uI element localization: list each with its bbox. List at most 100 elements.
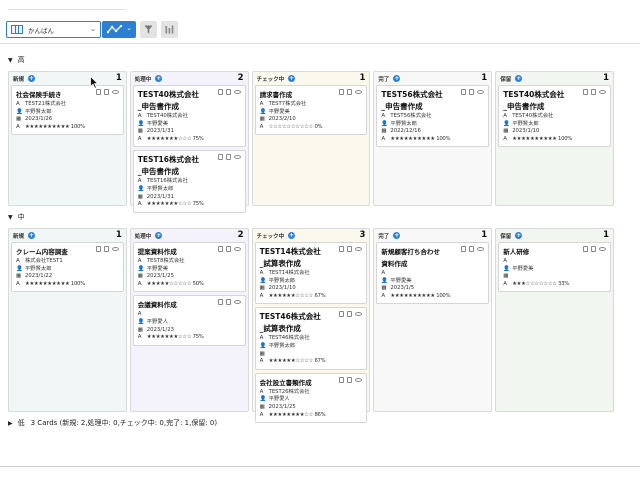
document-icon[interactable]: [95, 246, 101, 252]
column-title: 完了: [378, 233, 390, 240]
column-title: 処理中: [134, 76, 152, 83]
person-icon: 👤: [381, 120, 389, 127]
view-select[interactable]: かんばん ⌄: [6, 21, 101, 38]
add-card-icon[interactable]: +: [28, 232, 36, 239]
column-count: 3: [359, 230, 366, 240]
document-icon[interactable]: [339, 246, 345, 252]
edit-icon[interactable]: [225, 246, 231, 252]
add-card-icon[interactable]: +: [515, 75, 523, 82]
group-header-low[interactable]: ▶ 低 3 Cards (新規: 2,処理中: 0,チェック中: 0,完了: 1…: [8, 418, 217, 428]
edit-icon[interactable]: [469, 246, 475, 252]
document-icon[interactable]: [217, 89, 223, 95]
card-progress: ★★★★★★☆☆☆☆ 67%: [268, 358, 326, 365]
edit-icon[interactable]: [347, 376, 353, 383]
group-header-medium[interactable]: ▼ 中: [8, 212, 25, 222]
company-icon: A: [503, 113, 507, 119]
eye-icon[interactable]: [111, 90, 119, 94]
card[interactable]: TEST16株式会社_申告書作成 A TEST16株式会社 👤 平野賢太郎 ▦ 202…: [132, 150, 246, 213]
edit-icon[interactable]: [590, 246, 596, 252]
eye-icon[interactable]: [111, 247, 119, 251]
document-icon[interactable]: [217, 154, 223, 161]
document-icon[interactable]: [461, 89, 467, 95]
document-icon[interactable]: [582, 89, 588, 95]
eye-icon[interactable]: [355, 247, 363, 251]
caret-down-icon: ▼: [8, 213, 13, 221]
edit-icon[interactable]: [225, 154, 231, 161]
eye-icon[interactable]: [477, 247, 485, 251]
chart-view-button[interactable]: ⌄: [102, 21, 136, 38]
bar-chart-button[interactable]: [161, 21, 178, 38]
eye-icon[interactable]: [355, 377, 363, 382]
edit-icon[interactable]: [103, 89, 109, 95]
person-icon: 👤: [503, 120, 511, 127]
card-actions: [339, 311, 363, 318]
column-header: 保留 + 1: [498, 229, 611, 242]
card[interactable]: TEST56株式会社_申告書作成 A TEST56株式会社 👤 平野賢太郎 ▦ 202…: [376, 85, 490, 148]
document-icon[interactable]: [217, 246, 223, 252]
column-checking: チェック中 + 3 TEST14株式会社_試算表作成 A TEST14株式会社 👤…: [251, 228, 371, 424]
card-actions: [461, 246, 485, 252]
card[interactable]: 請求書作成 A TEST7株式会社 👤 平野愛美 ▦ 2023/2/10 A ☆☆☆☆☆…: [254, 85, 368, 136]
eye-icon[interactable]: [233, 90, 241, 94]
column-header: 保留 + 1: [498, 72, 611, 85]
person-icon: 👤: [503, 265, 511, 272]
card-person: 平野愛美: [512, 265, 534, 272]
edit-icon[interactable]: [469, 89, 475, 95]
card-actions: [217, 299, 241, 306]
filter-button[interactable]: [140, 21, 157, 38]
card-progress: ☆☆☆☆☆☆☆☆☆☆ 0%: [268, 123, 323, 130]
document-icon[interactable]: [217, 299, 223, 306]
add-card-icon[interactable]: +: [155, 232, 163, 239]
add-card-icon[interactable]: +: [288, 75, 296, 82]
card[interactable]: TEST40株式会社_申告書作成 A TEST40株式会社 👤 平野愛美 ▦ 2023…: [132, 85, 246, 148]
calendar-icon: ▦: [381, 128, 387, 135]
add-card-icon[interactable]: +: [155, 75, 163, 82]
edit-icon[interactable]: [103, 246, 109, 252]
card[interactable]: 提案資料作成 A TEST8株式会社 👤 平野愛美 ▦ 2023/1/25 A ★★★★…: [132, 242, 246, 293]
card-date: 2023/1/5: [390, 285, 415, 292]
eye-icon[interactable]: [233, 247, 241, 251]
column-hold: 保留 + 1 TEST40株式会社_申告書作成 A TEST40株式会社 👤 平野賢…: [495, 71, 614, 206]
card-actions: [95, 89, 119, 95]
edit-icon[interactable]: [590, 89, 596, 95]
document-icon[interactable]: [339, 89, 345, 95]
column-count: 1: [115, 73, 122, 83]
card[interactable]: TEST14株式会社_試算表作成 A TEST14株式会社 👤 平野賢太郎 ▦ 202…: [254, 242, 368, 305]
card[interactable]: クレーム内容調査 A 株式会社TEST1 👤 平野賢太郎 ▦ 2023/1/22 A ★…: [11, 242, 124, 293]
edit-icon[interactable]: [225, 299, 231, 306]
edit-icon[interactable]: [347, 246, 353, 252]
eye-icon[interactable]: [598, 90, 606, 94]
document-icon[interactable]: [582, 246, 588, 252]
edit-icon[interactable]: [347, 311, 353, 318]
group-header-high[interactable]: ▼ 高: [8, 55, 25, 65]
eye-icon[interactable]: [233, 155, 241, 160]
edit-icon[interactable]: [225, 89, 231, 95]
card-person: 平野愛美: [390, 277, 412, 284]
card[interactable]: 新規顧客打ち合わせ資料作成 A 👤 平野愛美 ▦ 2023/1/5 A ★★★★★★★…: [376, 242, 490, 305]
add-card-icon[interactable]: +: [28, 75, 36, 82]
card[interactable]: 新人研修 A 👤 平野愛美 ▦ A ★★★☆☆☆☆☆☆☆ 33%: [498, 242, 611, 293]
eye-icon[interactable]: [233, 300, 241, 305]
eye-icon[interactable]: [477, 90, 485, 94]
document-icon[interactable]: [461, 246, 467, 252]
eye-icon[interactable]: [598, 247, 606, 251]
add-card-icon[interactable]: +: [393, 75, 401, 82]
add-card-icon[interactable]: +: [288, 232, 296, 239]
document-icon[interactable]: [339, 311, 345, 318]
document-icon[interactable]: [339, 376, 345, 383]
eye-icon[interactable]: [355, 312, 363, 317]
card[interactable]: 会社設立書類作成 A TEST26株式会社 👤 平野愛人 ▦ 2023/1/25 A ★…: [254, 372, 368, 424]
calendar-icon: ▦: [137, 128, 143, 135]
add-card-icon[interactable]: +: [515, 232, 523, 239]
edit-icon[interactable]: [347, 89, 353, 95]
column-header: 新規 + 1: [11, 72, 124, 85]
add-card-icon[interactable]: +: [393, 232, 401, 239]
calendar-icon: ▦: [259, 116, 265, 123]
document-icon[interactable]: [95, 89, 101, 95]
card[interactable]: 社会保険手続き A TEST21株式会社 👤 平野賢太郎 ▦ 2023/1/26 A ★…: [11, 85, 124, 136]
card[interactable]: TEST46株式会社_試算表作成 A TEST46株式会社 👤 平野賢太郎 ▦ A ★…: [254, 307, 368, 370]
card[interactable]: 会議資料作成 A 👤 平野愛人 ▦ 2023/1/23 A ★★★★★★★☆☆☆ 75…: [132, 295, 246, 346]
column-title: 保留: [500, 76, 512, 83]
card[interactable]: TEST40株式会社_申告書作成 A TEST40株式会社 👤 平野賢太郎 ▦ 202…: [498, 85, 611, 148]
eye-icon[interactable]: [355, 90, 363, 94]
